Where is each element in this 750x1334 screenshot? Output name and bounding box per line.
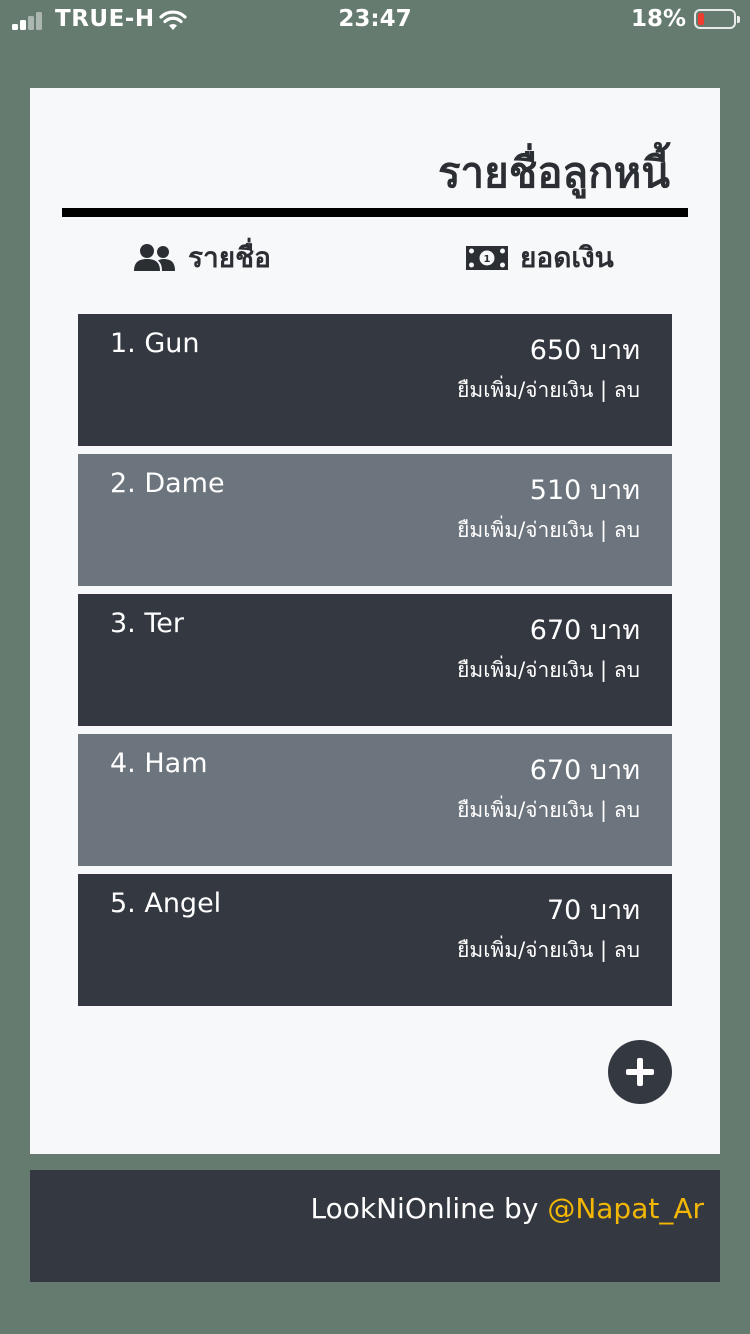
debtor-amount: 70 บาท [546, 895, 640, 926]
debtor-actions[interactable]: ยืมเพิ่ม/จ่ายเงิน | ลบ [457, 654, 640, 687]
debtor-name: 3. Ter [110, 608, 184, 639]
debtor-row[interactable]: 3. Ter 670 บาท ยืมเพิ่ม/จ่ายเงิน | ลบ [78, 594, 672, 726]
add-debtor-button[interactable] [608, 1040, 672, 1104]
debtor-actions[interactable]: ยืมเพิ่ม/จ่ายเงิน | ลบ [457, 794, 640, 827]
debtor-name: 4. Ham [110, 748, 208, 779]
footer: LookNiOnline by @Napat_Ar [30, 1170, 720, 1282]
debtor-amount: 670 บาท [529, 615, 640, 646]
debtor-list: 1. Gun 650 บาท ยืมเพิ่ม/จ่ายเงิน | ลบ 2.… [78, 314, 672, 1014]
names-column-label: รายชื่อ [188, 241, 271, 274]
footer-app-name: LookNiOnline by [310, 1192, 548, 1225]
debtor-name: 1. Gun [110, 328, 200, 359]
debtor-actions[interactable]: ยืมเพิ่ม/จ่ายเงิน | ลบ [457, 934, 640, 967]
users-icon [134, 244, 175, 271]
debtor-card: รายชื่อลูกหนี้ รายชื่อ 1 ยอดเงิน 1. Gun … [30, 88, 720, 1154]
debtor-amount: 670 บาท [529, 755, 640, 786]
page-title: รายชื่อลูกหนี้ [437, 148, 670, 197]
svg-text:1: 1 [484, 254, 491, 265]
debtor-row[interactable]: 1. Gun 650 บาท ยืมเพิ่ม/จ่ายเงิน | ลบ [78, 314, 672, 446]
debtor-actions[interactable]: ยืมเพิ่ม/จ่ายเงิน | ลบ [457, 514, 640, 547]
debtor-row[interactable]: 5. Angel 70 บาท ยืมเพิ่ม/จ่ายเงิน | ลบ [78, 874, 672, 1006]
status-bar: TRUE-H 23:47 18% [0, 0, 750, 44]
title-divider [62, 208, 688, 217]
amount-column-label: ยอดเงิน [520, 241, 614, 274]
amount-column-header: 1 ยอดเงิน [466, 238, 614, 278]
debtor-row[interactable]: 4. Ham 670 บาท ยืมเพิ่ม/จ่ายเงิน | ลบ [78, 734, 672, 866]
debtor-name: 2. Dame [110, 468, 225, 499]
debtor-name: 5. Angel [110, 888, 222, 919]
debtor-amount: 510 บาท [529, 475, 640, 506]
names-column-header: รายชื่อ [134, 238, 271, 278]
battery-icon [694, 9, 740, 29]
debtor-row[interactable]: 2. Dame 510 บาท ยืมเพิ่ม/จ่ายเงิน | ลบ [78, 454, 672, 586]
battery-percentage: 18% [630, 6, 686, 32]
debtor-amount: 650 บาท [529, 335, 640, 366]
debtor-actions[interactable]: ยืมเพิ่ม/จ่ายเงิน | ลบ [457, 374, 640, 407]
battery-level [698, 13, 704, 25]
footer-credit: LookNiOnline by @Napat_Ar [311, 1192, 704, 1225]
footer-author-link[interactable]: @Napat_Ar [547, 1192, 704, 1225]
money-bill-icon: 1 [466, 246, 508, 270]
